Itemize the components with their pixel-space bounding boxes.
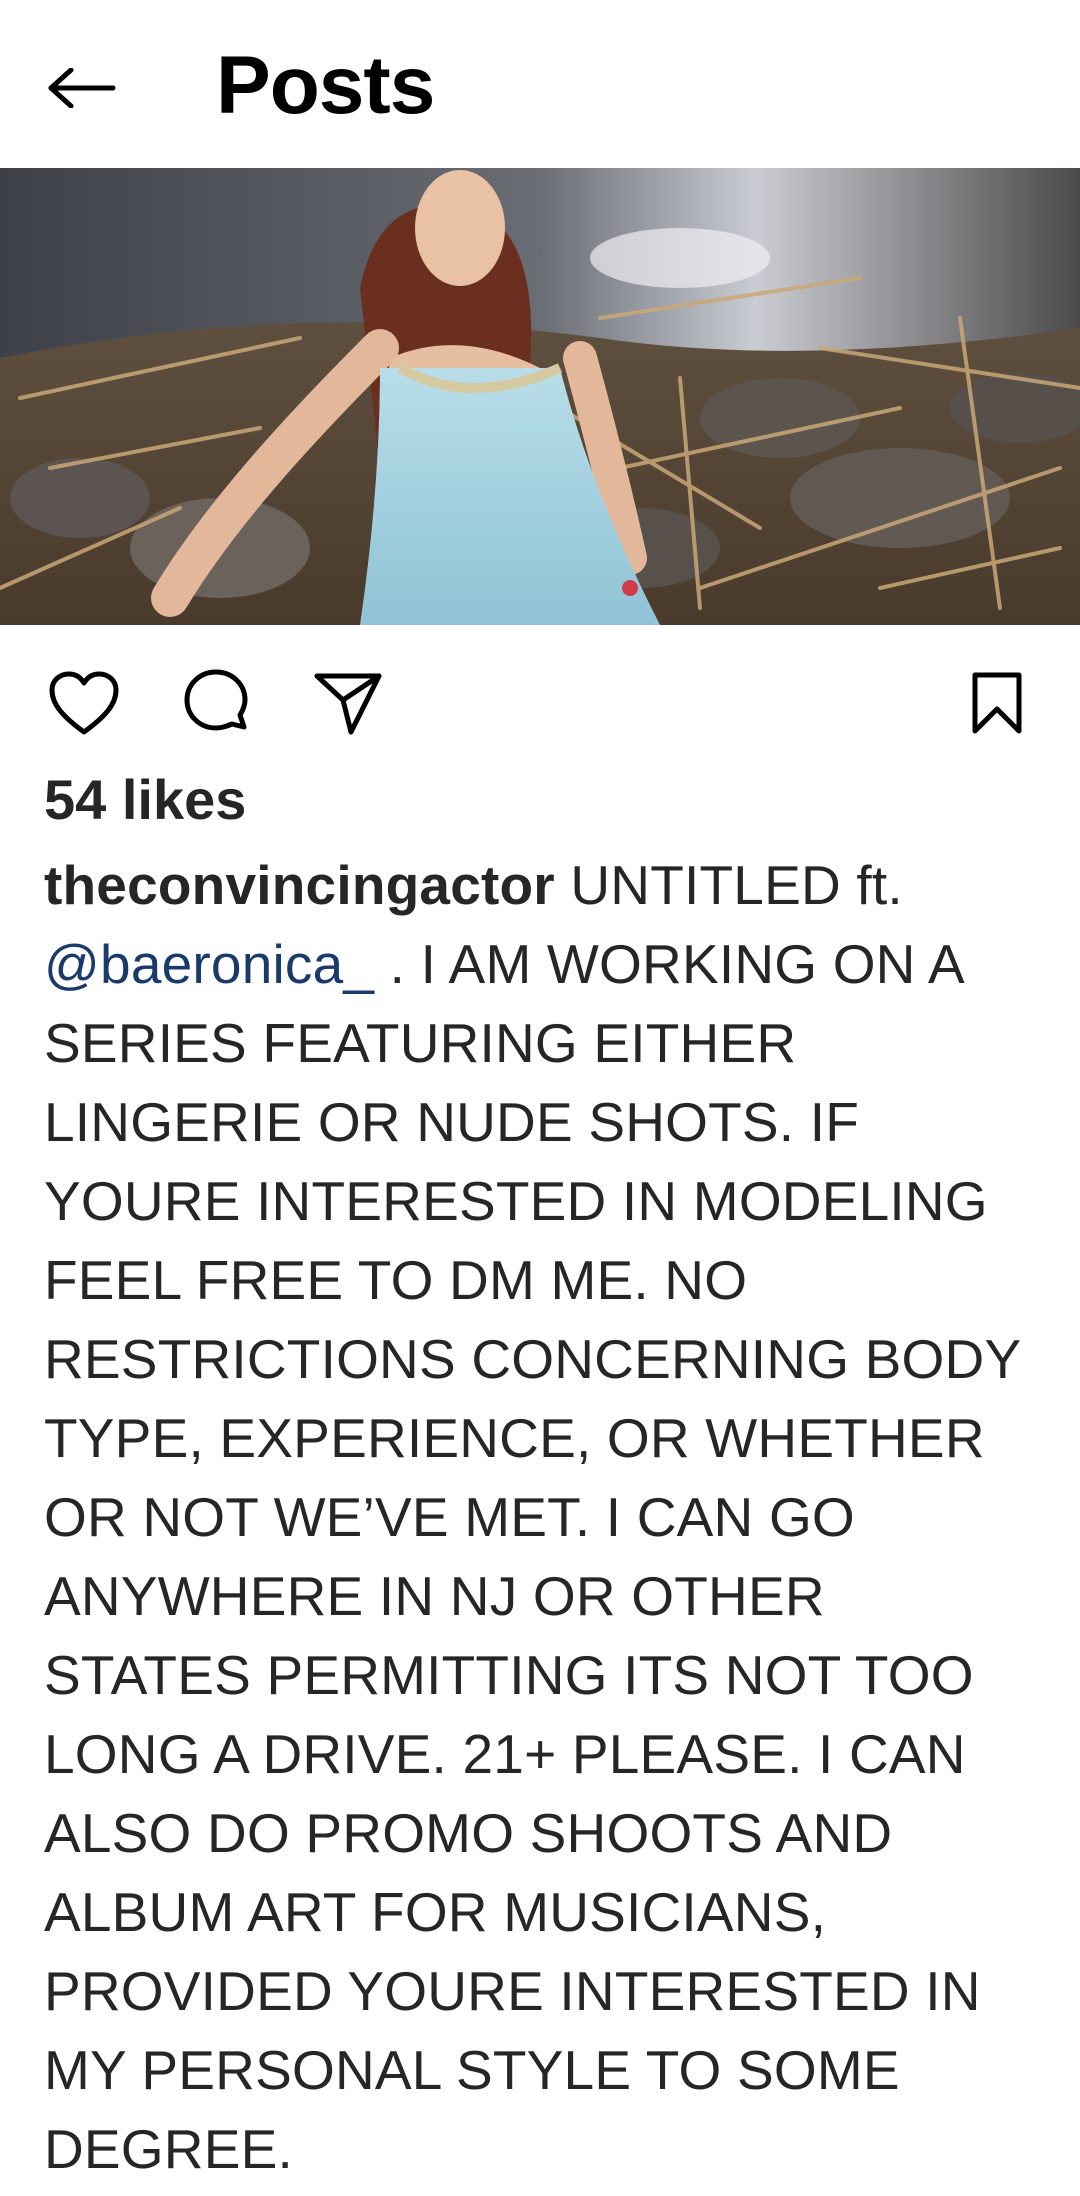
comment-button[interactable] — [176, 663, 256, 743]
caption-text-body: . I AM WORKING ON A SERIES FEATURING EIT… — [44, 933, 1021, 2180]
caption-text-intro: UNTITLED ft. — [554, 854, 903, 916]
arrow-left-icon — [48, 68, 116, 108]
heart-icon — [49, 671, 119, 735]
likes-count[interactable]: 54 likes — [44, 765, 246, 835]
caption-username[interactable]: theconvincingactor — [44, 854, 555, 916]
post-actions — [0, 625, 1080, 765]
send-icon — [314, 673, 382, 735]
save-button[interactable] — [957, 663, 1037, 743]
page-title: Posts — [216, 40, 435, 131]
bookmark-icon — [972, 672, 1022, 734]
back-button[interactable] — [44, 50, 120, 126]
share-button[interactable] — [308, 663, 388, 743]
like-button[interactable] — [44, 663, 124, 743]
post-photo[interactable] — [0, 168, 1080, 625]
caption-mention[interactable]: @baeronica_ — [44, 933, 374, 995]
comment-icon — [184, 669, 248, 731]
post-photo-illustration — [0, 168, 1080, 625]
post-caption: theconvincingactor UNTITLED ft. @baeroni… — [44, 846, 1044, 2189]
top-bar: Posts — [0, 0, 1080, 168]
